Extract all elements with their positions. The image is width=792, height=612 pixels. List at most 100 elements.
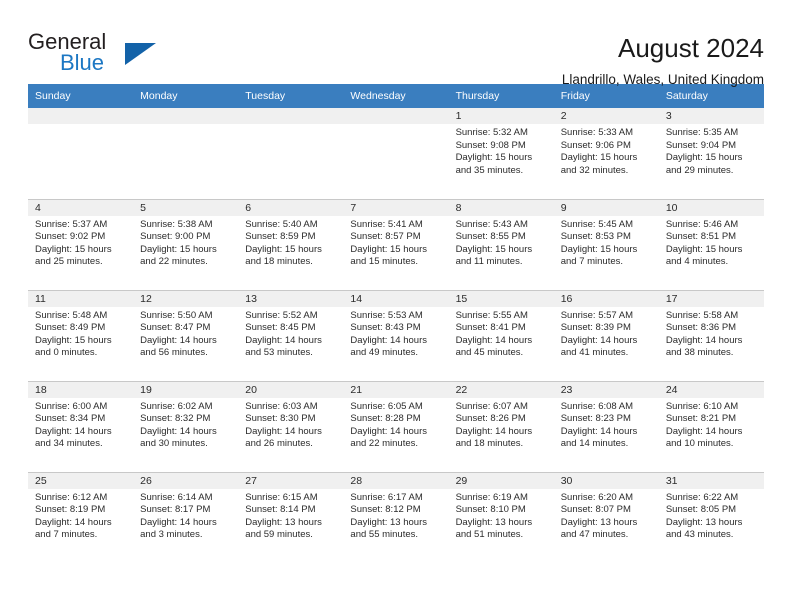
day-details: Sunrise: 6:08 AM Sunset: 8:23 PM Daylight:… <box>554 398 659 451</box>
sunrise-text: Sunrise: 6:12 AM <box>35 491 108 503</box>
daylight-text-line2: and 30 minutes. <box>140 438 208 450</box>
sunrise-text: Sunrise: 6:15 AM <box>245 491 318 503</box>
calendar-day-cell-empty <box>238 108 344 199</box>
day-number: 30 <box>553 472 659 489</box>
day-number: 11 <box>28 290 134 307</box>
sunrise-text: Sunrise: 5:40 AM <box>245 218 318 230</box>
daylight-text-line1: Daylight: 14 hours <box>35 516 112 528</box>
page-title: August 2024 <box>617 33 764 63</box>
sunset-text: Sunset: 8:41 PM <box>455 322 526 334</box>
calendar-day-cell[interactable]: 12 Sunrise: 5:50 AM Sunset: 8:47 PM Dayligh… <box>133 289 239 381</box>
sunset-text: Sunset: 8:14 PM <box>245 504 316 516</box>
daylight-text-line2: and 15 minutes. <box>350 256 419 268</box>
calendar-day-cell[interactable]: 26 Sunrise: 6:14 AM Sunset: 8:17 PM Dayligh… <box>133 471 239 563</box>
sunrise-text: Sunrise: 5:33 AM <box>560 127 634 138</box>
calendar-day-cell[interactable]: 9 Sunrise: 5:45 AM Sunset: 8:53 PM Daylight… <box>553 198 659 290</box>
daylight-text-line2: and 59 minutes. <box>245 529 313 541</box>
daylight-text-line2: and 45 minutes. <box>455 347 524 359</box>
calendar-week-row: 11 Sunrise: 5:48 AM Sunset: 8:49 PM Dayligh… <box>28 289 764 381</box>
day-details: Sunrise: 6:07 AM Sunset: 8:26 PM Daylight:… <box>449 398 554 451</box>
daylight-text-line2: and 34 minutes. <box>35 438 103 450</box>
calendar-day-cell[interactable]: 24 Sunrise: 6:10 AM Sunset: 8:21 PM Dayligh… <box>658 380 764 472</box>
sunset-text: Sunset: 8:23 PM <box>560 413 631 425</box>
calendar-day-cell[interactable]: 28 Sunrise: 6:17 AM Sunset: 8:12 PM Dayligh… <box>343 471 449 563</box>
day-details: Sunrise: 5:50 AM Sunset: 8:47 PM Daylight:… <box>133 307 238 360</box>
calendar-day-cell[interactable]: 25 Sunrise: 6:12 AM Sunset: 8:19 PM Dayligh… <box>28 471 134 563</box>
day-details: Sunrise: 5:33 AM Sunset: 9:06 PM Daylight:… <box>554 124 659 177</box>
sunset-text: Sunset: 8:10 PM <box>455 504 526 516</box>
calendar-day-cell[interactable]: 27 Sunrise: 6:15 AM Sunset: 8:14 PM Dayligh… <box>238 471 344 563</box>
daylight-text-line2: and 56 minutes. <box>140 347 208 359</box>
day-number: 10 <box>658 199 764 216</box>
day-details: Sunrise: 5:38 AM Sunset: 9:00 PM Daylight:… <box>133 216 238 269</box>
calendar-day-cell[interactable]: 11 Sunrise: 5:48 AM Sunset: 8:49 PM Dayligh… <box>28 289 134 381</box>
daylight-text-line1: Daylight: 15 hours <box>560 243 638 255</box>
day-number: 17 <box>658 290 764 307</box>
daylight-text-line1: Daylight: 15 hours <box>560 152 638 164</box>
calendar-day-cell[interactable]: 6 Sunrise: 5:40 AM Sunset: 8:59 PM Daylight… <box>238 198 344 290</box>
calendar-day-cell[interactable]: 5 Sunrise: 5:38 AM Sunset: 9:00 PM Daylight… <box>133 198 239 290</box>
day-details: Sunrise: 5:48 AM Sunset: 8:49 PM Daylight:… <box>28 307 133 360</box>
calendar-day-cell[interactable]: 30 Sunrise: 6:20 AM Sunset: 8:07 PM Dayligh… <box>553 471 659 563</box>
calendar-day-cell[interactable]: 19 Sunrise: 6:02 AM Sunset: 8:32 PM Dayligh… <box>133 380 239 472</box>
title-block: August 2024 Llandrillo, Wales, United Ki… <box>562 30 764 90</box>
sunrise-text: Sunrise: 5:53 AM <box>350 309 423 321</box>
sunset-text: Sunset: 8:32 PM <box>140 413 211 425</box>
daylight-text-line2: and 25 minutes. <box>35 256 103 268</box>
calendar-week-row: 4 Sunrise: 5:37 AM Sunset: 9:02 PM Daylight… <box>28 198 764 290</box>
calendar-day-cell[interactable]: 22 Sunrise: 6:07 AM Sunset: 8:26 PM Dayligh… <box>448 380 554 472</box>
sunrise-text: Sunrise: 5:37 AM <box>35 218 108 230</box>
sunset-text: Sunset: 8:49 PM <box>35 322 106 334</box>
weekday-header-tuesday: Tuesday <box>238 84 344 108</box>
daylight-text-line1: Daylight: 13 hours <box>665 516 743 528</box>
calendar-day-cell[interactable]: 8 Sunrise: 5:43 AM Sunset: 8:55 PM Daylight… <box>448 198 554 290</box>
daylight-text-line1: Daylight: 15 hours <box>665 243 743 255</box>
sunrise-text: Sunrise: 5:58 AM <box>665 309 739 321</box>
sunrise-text: Sunrise: 5:41 AM <box>350 218 423 230</box>
calendar-day-cell[interactable]: 7 Sunrise: 5:41 AM Sunset: 8:57 PM Daylight… <box>343 198 449 290</box>
calendar-table: Sunday Monday Tuesday Wednesday Thursday… <box>28 84 764 563</box>
day-details: Sunrise: 5:40 AM Sunset: 8:59 PM Daylight:… <box>238 216 343 269</box>
daylight-text-line2: and 11 minutes. <box>455 256 523 268</box>
daylight-text-line1: Daylight: 14 hours <box>455 334 533 346</box>
calendar-day-cell[interactable]: 15 Sunrise: 5:55 AM Sunset: 8:41 PM Dayligh… <box>448 289 554 381</box>
calendar-day-cell[interactable]: 20 Sunrise: 6:03 AM Sunset: 8:30 PM Dayligh… <box>238 380 344 472</box>
sunset-text: Sunset: 8:17 PM <box>140 504 211 516</box>
daylight-text-line1: Daylight: 13 hours <box>455 516 533 528</box>
day-number: 16 <box>553 290 659 307</box>
sunrise-text: Sunrise: 5:43 AM <box>455 218 528 230</box>
page-header: General Blue August 2024 Llandrillo, Wal… <box>28 0 764 88</box>
day-details: Sunrise: 6:22 AM Sunset: 8:05 PM Daylight:… <box>659 489 764 542</box>
calendar-day-cell[interactable]: 13 Sunrise: 5:52 AM Sunset: 8:45 PM Dayligh… <box>238 289 344 381</box>
weekday-header-thursday: Thursday <box>448 84 554 108</box>
calendar-day-cell[interactable]: 4 Sunrise: 5:37 AM Sunset: 9:02 PM Daylight… <box>28 198 134 290</box>
day-number: 8 <box>448 199 554 216</box>
daylight-text-line2: and 14 minutes. <box>560 438 629 450</box>
calendar-day-cell[interactable]: 23 Sunrise: 6:08 AM Sunset: 8:23 PM Dayligh… <box>553 380 659 472</box>
brand-logo[interactable]: General Blue <box>28 30 208 84</box>
sunset-text: Sunset: 8:55 PM <box>455 231 526 243</box>
calendar-day-cell[interactable]: 3 Sunrise: 5:35 AM Sunset: 9:04 PM Daylight… <box>658 108 764 199</box>
calendar-day-cell[interactable]: 10 Sunrise: 5:46 AM Sunset: 8:51 PM Dayligh… <box>658 198 764 290</box>
daylight-text-line1: Daylight: 13 hours <box>350 516 427 528</box>
daylight-text-line2: and 35 minutes. <box>455 164 524 176</box>
calendar-day-cell[interactable]: 16 Sunrise: 5:57 AM Sunset: 8:39 PM Dayligh… <box>553 289 659 381</box>
sunset-text: Sunset: 9:06 PM <box>560 139 631 151</box>
calendar-day-cell[interactable]: 17 Sunrise: 5:58 AM Sunset: 8:36 PM Dayligh… <box>658 289 764 381</box>
calendar-day-cell[interactable]: 18 Sunrise: 6:00 AM Sunset: 8:34 PM Dayligh… <box>28 380 134 472</box>
day-number: 9 <box>553 199 659 216</box>
sunrise-text: Sunrise: 5:52 AM <box>245 309 318 321</box>
daylight-text-line2: and 18 minutes. <box>455 438 524 450</box>
day-number: 1 <box>448 108 554 124</box>
calendar-day-cell[interactable]: 29 Sunrise: 6:19 AM Sunset: 8:10 PM Dayligh… <box>448 471 554 563</box>
daylight-text-line1: Daylight: 14 hours <box>35 425 112 437</box>
daylight-text-line1: Daylight: 15 hours <box>350 243 427 255</box>
calendar-day-cell[interactable]: 2 Sunrise: 5:33 AM Sunset: 9:06 PM Daylight… <box>553 108 659 199</box>
calendar-day-cell[interactable]: 21 Sunrise: 6:05 AM Sunset: 8:28 PM Dayligh… <box>343 380 449 472</box>
calendar-day-cell[interactable]: 1 Sunrise: 5:32 AM Sunset: 9:08 PM Daylight… <box>448 108 554 199</box>
sunrise-text: Sunrise: 5:35 AM <box>665 127 739 138</box>
daylight-text-line2: and 53 minutes. <box>245 347 313 359</box>
sunrise-text: Sunrise: 6:07 AM <box>455 400 528 412</box>
calendar-day-cell[interactable]: 31 Sunrise: 6:22 AM Sunset: 8:05 PM Dayligh… <box>658 471 764 563</box>
calendar-day-cell[interactable]: 14 Sunrise: 5:53 AM Sunset: 8:43 PM Dayligh… <box>343 289 449 381</box>
